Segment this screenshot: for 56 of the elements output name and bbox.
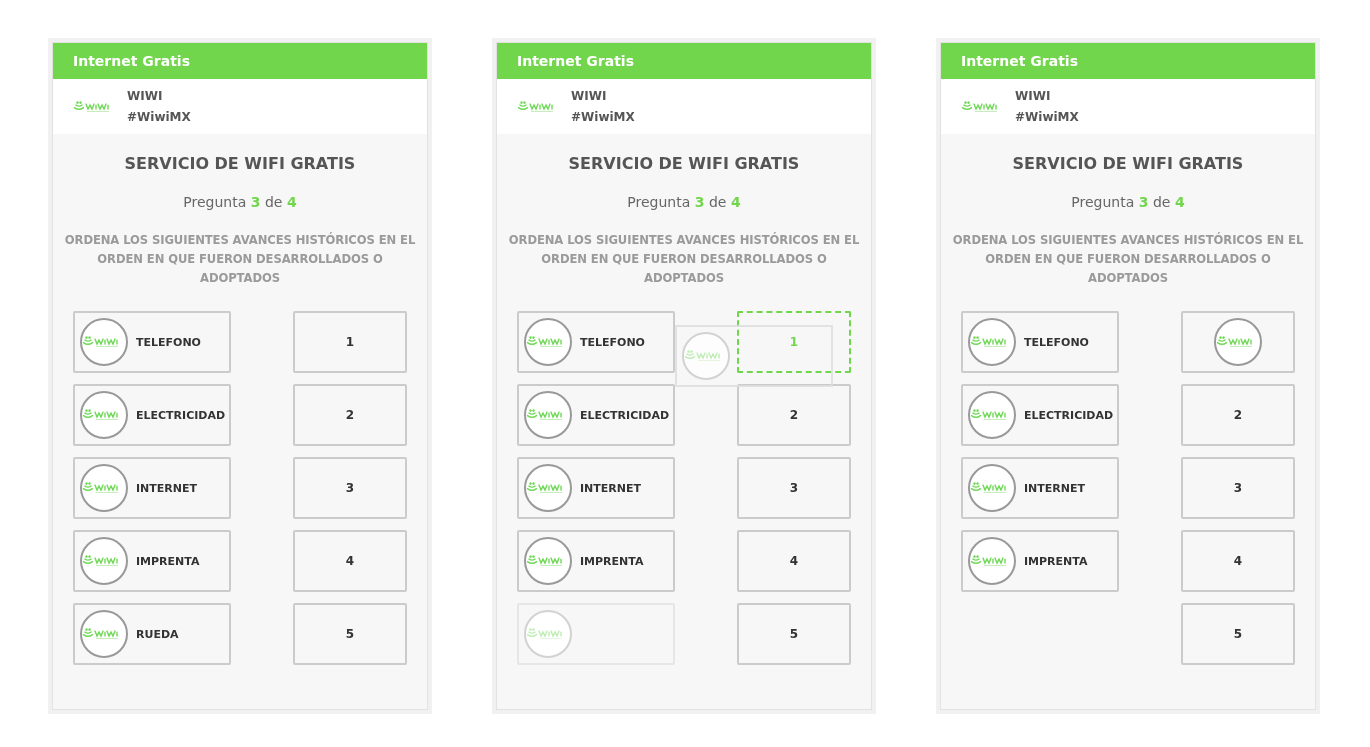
header-title: Internet Gratis [53, 43, 427, 79]
drop-slot[interactable]: 3 [737, 457, 851, 519]
header-title: Internet Gratis [941, 43, 1315, 79]
hashtag: #WiwiMX [127, 110, 191, 124]
answer-label: IMPRENTA [580, 554, 644, 568]
quiz-heading: SERVICIO DE WIFI GRATIS [123, 154, 357, 173]
answer-label: ELECTRICIDAD [136, 408, 226, 422]
drop-slot[interactable]: 2 [737, 384, 851, 446]
brand-name: WIWI [1015, 89, 1052, 103]
answer-card[interactable]: RUEDA [73, 603, 231, 665]
answer-card[interactable]: INTERNET [517, 457, 675, 519]
answer-card[interactable]: INTERNET [73, 457, 231, 519]
drop-slot[interactable]: 2 [1181, 384, 1295, 446]
answer-card[interactable]: ELECTRICIDAD [73, 384, 231, 446]
drop-slot[interactable]: 5 [1181, 603, 1295, 665]
quiz-heading: SERVICIO DE WIFI GRATIS [567, 154, 801, 173]
answer-card[interactable]: IMPRENTA [961, 530, 1119, 592]
drop-slot[interactable]: 3 [293, 457, 407, 519]
answer-label: INTERNET [136, 481, 197, 495]
answer-label: IMPRENTA [136, 554, 200, 568]
drop-slot[interactable]: 1 [293, 311, 407, 373]
instruction-text: ORDENA LOS SIGUIENTES AVANCES HISTÓRICOS EN EL ORDEN EN QUE FUERON DESARROLLADOS O ADOPTADOS [507, 231, 861, 287]
drop-slot[interactable]: 4 [1181, 530, 1295, 592]
drop-slot[interactable]: 4 [737, 530, 851, 592]
hashtag: #WiwiMX [1015, 110, 1079, 124]
answer-label: RUEDA [136, 627, 179, 641]
answer-label: INTERNET [580, 481, 641, 495]
answer-label: INTERNET [1024, 481, 1085, 495]
answer-label: TELEFONO [136, 335, 201, 349]
quiz-heading: SERVICIO DE WIFI GRATIS [1011, 154, 1245, 173]
answer-card[interactable]: ELECTRICIDAD [517, 384, 675, 446]
dragged-card[interactable] [675, 325, 833, 387]
header-title: Internet Gratis [497, 43, 871, 79]
drop-slot[interactable] [1181, 311, 1295, 373]
instruction-text: ORDENA LOS SIGUIENTES AVANCES HISTÓRICOS EN EL ORDEN EN QUE FUERON DESARROLLADOS O ADOPTADOS [63, 231, 417, 287]
instruction-text: ORDENA LOS SIGUIENTES AVANCES HISTÓRICOS EN EL ORDEN EN QUE FUERON DESARROLLADOS O ADOPTADOS [951, 231, 1305, 287]
answer-label: TELEFONO [1024, 335, 1089, 349]
drop-slot[interactable]: 5 [293, 603, 407, 665]
answer-card[interactable]: ELECTRICIDAD [961, 384, 1119, 446]
answer-label: TELEFONO [580, 335, 645, 349]
drop-slot[interactable]: 5 [737, 603, 851, 665]
answer-label: ELECTRICIDAD [580, 408, 670, 422]
hashtag: #WiwiMX [571, 110, 635, 124]
answer-label: IMPRENTA [1024, 554, 1088, 568]
answer-label: ELECTRICIDAD [1024, 408, 1114, 422]
brand-name: WIWI [571, 89, 608, 103]
answer-card[interactable]: INTERNET [961, 457, 1119, 519]
brand-name: WIWI [127, 89, 164, 103]
drop-slot[interactable]: 3 [1181, 457, 1295, 519]
answer-card[interactable]: TELEFONO [73, 311, 231, 373]
answer-card[interactable]: IMPRENTA [517, 530, 675, 592]
answer-card[interactable]: IMPRENTA [73, 530, 231, 592]
drop-slot[interactable]: 2 [293, 384, 407, 446]
answer-card[interactable]: TELEFONO [961, 311, 1119, 373]
answer-card[interactable]: TELEFONO [517, 311, 675, 373]
drop-slot[interactable]: 4 [293, 530, 407, 592]
